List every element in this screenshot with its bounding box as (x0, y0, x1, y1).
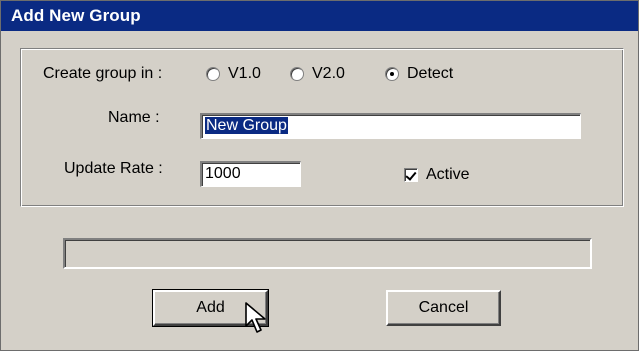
update-rate-value: 1000 (205, 165, 241, 182)
add-new-group-dialog: Add New Group Create group in : V1.0 V2.… (0, 0, 639, 351)
active-label: Active (426, 166, 470, 183)
name-label: Name : (108, 109, 160, 126)
radio-v2-label: V2.0 (312, 65, 345, 82)
cancel-button[interactable]: Cancel (386, 290, 501, 326)
radio-detect[interactable]: Detect (385, 65, 453, 83)
window-title: Add New Group (11, 6, 141, 25)
active-check-icon[interactable] (404, 168, 418, 182)
radio-v1-label: V1.0 (228, 65, 261, 82)
add-button-label: Add (196, 299, 225, 316)
window-titlebar[interactable]: Add New Group (1, 1, 638, 31)
radio-v1-indicator[interactable] (206, 67, 220, 81)
create-group-label: Create group in : (43, 65, 163, 82)
radio-detect-indicator[interactable] (385, 67, 399, 81)
group-progress-bar (63, 238, 592, 269)
active-checkbox[interactable]: Active (404, 166, 470, 184)
name-input-value: New Group (205, 117, 288, 134)
update-rate-input[interactable]: 1000 (200, 161, 301, 187)
name-input[interactable]: New Group (200, 113, 581, 139)
add-button[interactable]: Add (152, 289, 269, 327)
cancel-button-label: Cancel (418, 299, 469, 316)
radio-v2[interactable]: V2.0 (290, 65, 345, 83)
radio-v1[interactable]: V1.0 (206, 65, 261, 83)
update-rate-label: Update Rate : (64, 160, 163, 177)
radio-detect-label: Detect (407, 65, 454, 82)
radio-v2-indicator[interactable] (290, 67, 304, 81)
